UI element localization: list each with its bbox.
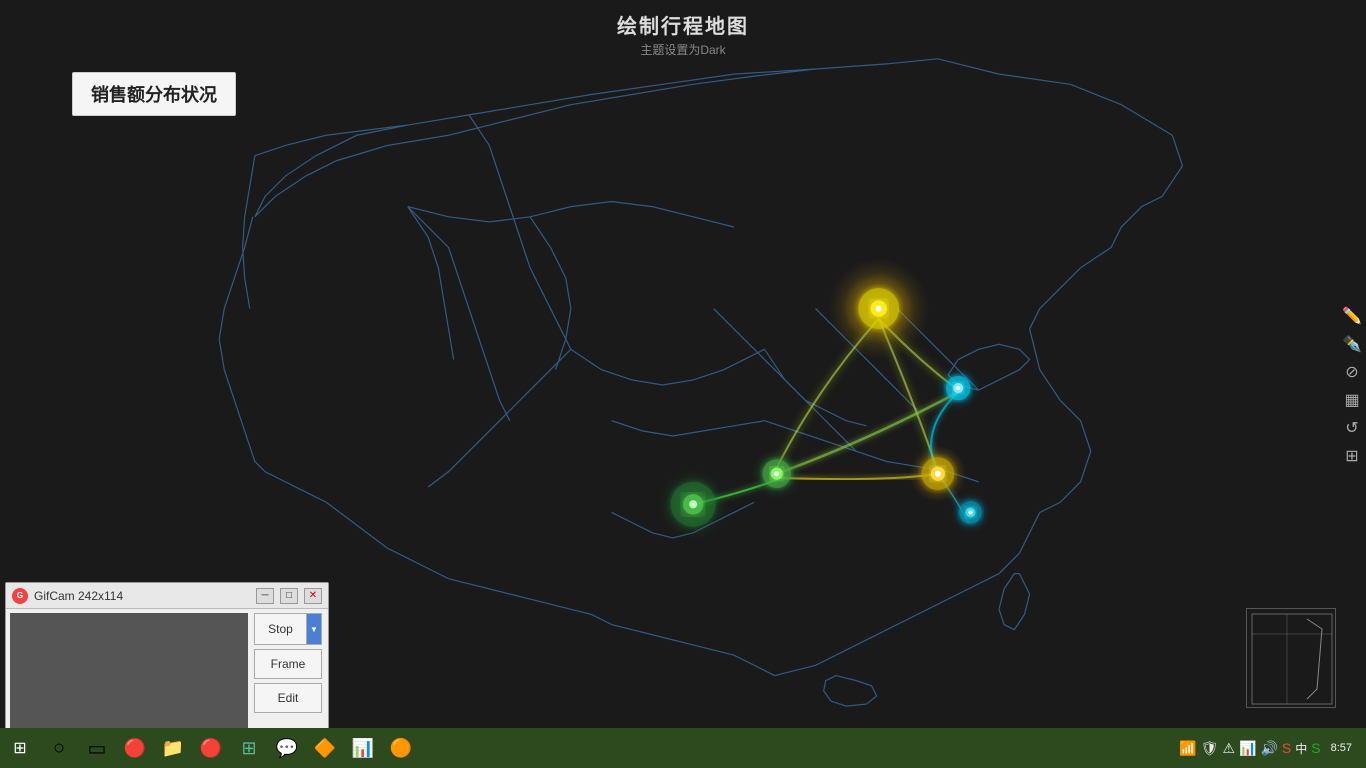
pen-icon[interactable]: ✒️ (1340, 332, 1364, 356)
taskbar-app-5[interactable]: 🟠 (383, 730, 419, 766)
gifcam-restore-button[interactable]: □ (280, 588, 298, 604)
taskbar-app-3[interactable]: 🔶 (307, 730, 343, 766)
time-display: 8:57 (1331, 742, 1352, 754)
windows-icon: ⊞ (13, 738, 26, 758)
pencil-icon[interactable]: ✏️ (1340, 304, 1364, 328)
gifcam-app-icon: G (12, 588, 28, 604)
shield-icon[interactable]: 🛡 (1201, 740, 1219, 757)
main-title: 绘制行程地图 (0, 10, 1366, 39)
stop-button[interactable]: Stop (254, 613, 306, 645)
wifi-icon[interactable]: 📶 (1179, 740, 1196, 757)
alert-icon[interactable]: ⚠ (1222, 740, 1235, 757)
taskbar-app-2[interactable]: 🔴 (193, 730, 229, 766)
sub-title: 主题设置为Dark (0, 41, 1366, 58)
taskbar: ⊞ ○ ▭ 🔴 📁 🔴 ⊞ 💬 🔶 📊 🟠 📶 🛡 ⚠ 📊 🔊 S 中 S 8:… (0, 728, 1366, 768)
layout-icon[interactable]: ⊞ (1340, 444, 1364, 468)
taskbar-wechat[interactable]: 💬 (269, 730, 305, 766)
right-toolbar: ✏️ ✒️ ⊘ ▦ ↺ ⊞ (1338, 300, 1366, 472)
sales-label: 销售额分布状况 (72, 72, 236, 116)
start-button[interactable]: ⊞ (0, 728, 40, 768)
gifcam-content: Stop ▼ Frame Edit (6, 609, 328, 736)
stop-button-group: Stop ▼ (254, 613, 322, 645)
taskbar-explorer[interactable]: 📁 (155, 730, 191, 766)
edit-button[interactable]: Edit (254, 683, 322, 713)
speaker-icon[interactable]: 🔊 (1260, 740, 1277, 757)
eraser-icon[interactable]: ⊘ (1340, 360, 1364, 384)
refresh-icon[interactable]: ↺ (1340, 416, 1364, 440)
antivirus2-icon[interactable]: S (1311, 740, 1320, 756)
title-bar: 绘制行程地图 主题设置为Dark (0, 10, 1366, 58)
mini-box (1246, 608, 1336, 708)
task-manager-icon[interactable]: 📊 (1239, 740, 1256, 757)
gifcam-window: G GifCam 242x114 ─ □ ✕ Stop ▼ Frame Edit (5, 582, 329, 737)
taskbar-taskview[interactable]: ▭ (79, 730, 115, 766)
input-method-icon[interactable]: 中 (1295, 740, 1307, 757)
gifcam-minimize-button[interactable]: ─ (256, 588, 274, 604)
antivirus-icon[interactable]: S (1282, 740, 1291, 756)
gifcam-buttons: Stop ▼ Frame Edit (248, 609, 328, 736)
grid-icon[interactable]: ▦ (1340, 388, 1364, 412)
frame-button[interactable]: Frame (254, 649, 322, 679)
stop-dropdown-button[interactable]: ▼ (306, 613, 322, 645)
gifcam-close-button[interactable]: ✕ (304, 588, 322, 604)
gifcam-preview-area (10, 613, 248, 732)
taskbar-right: 📶 🛡 ⚠ 📊 🔊 S 中 S 8:57 (1179, 740, 1366, 757)
gifcam-titlebar: G GifCam 242x114 ─ □ ✕ (6, 583, 328, 609)
taskbar-grid[interactable]: ⊞ (231, 730, 267, 766)
taskbar-app-1[interactable]: 🔴 (117, 730, 153, 766)
gifcam-title: GifCam 242x114 (34, 589, 250, 603)
taskbar-search[interactable]: ○ (41, 730, 77, 766)
taskbar-app-4[interactable]: 📊 (345, 730, 381, 766)
taskbar-clock[interactable]: 8:57 (1325, 742, 1358, 754)
